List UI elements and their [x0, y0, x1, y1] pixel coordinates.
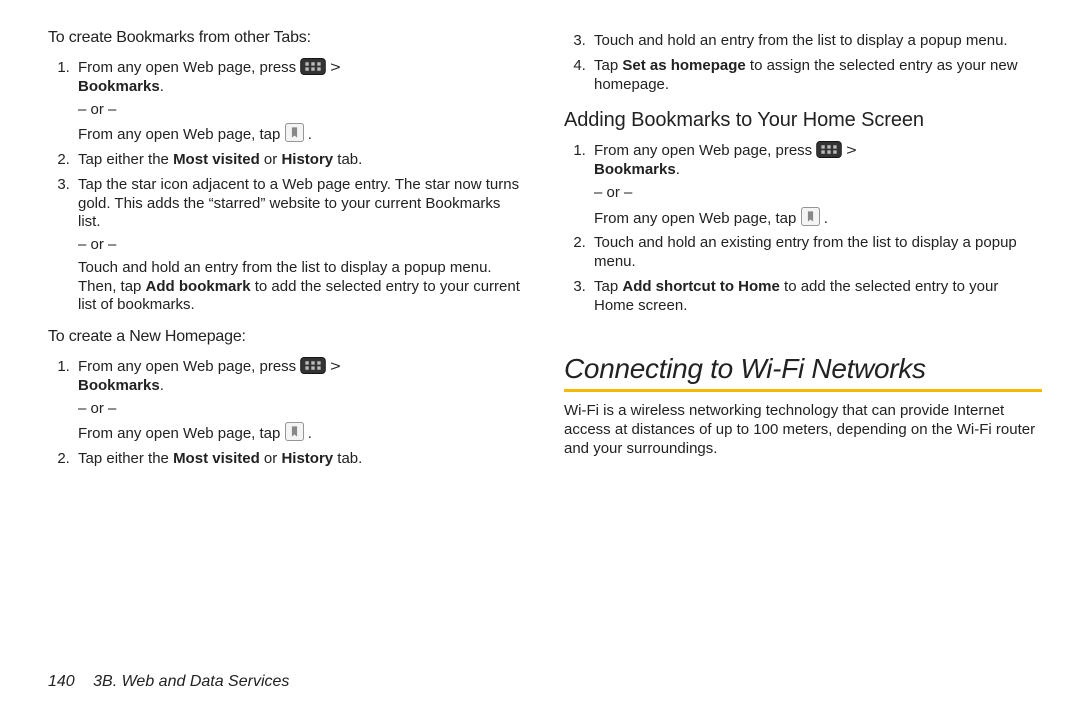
- heading-new-homepage: To create a New Homepage:: [48, 327, 526, 347]
- or-divider: – or –: [78, 101, 526, 120]
- list-new-homepage-cont: Touch and hold an entry from the list to…: [564, 32, 1042, 94]
- most-visited-label: Most visited: [173, 151, 260, 168]
- list-add-to-home: From any open Web page, press > Bookmark…: [564, 141, 1042, 315]
- text: .: [160, 78, 164, 95]
- text: .: [676, 161, 680, 178]
- menu-key-icon: [300, 357, 326, 374]
- list-item: Tap Add shortcut to Home to add the sele…: [590, 278, 1042, 316]
- bookmarks-label: Bookmarks: [594, 161, 676, 178]
- list-item: Tap Set as homepage to assign the select…: [590, 57, 1042, 95]
- text: Tap either the: [78, 450, 173, 467]
- text: tab.: [333, 450, 362, 467]
- text: or: [260, 450, 282, 467]
- bookmarks-label: Bookmarks: [78, 78, 160, 95]
- text: From any open Web page, press: [78, 358, 300, 375]
- or-divider: – or –: [594, 184, 1042, 203]
- text: .: [824, 210, 828, 227]
- bookmark-icon: [285, 123, 304, 142]
- list-item: Tap either the Most visited or History t…: [74, 151, 526, 170]
- history-label: History: [281, 151, 333, 168]
- add-bookmark-label: Add bookmark: [146, 278, 251, 295]
- chevron-right-icon: >: [330, 358, 341, 377]
- wifi-intro-paragraph: Wi-Fi is a wireless networking technolog…: [564, 402, 1042, 458]
- or-divider: – or –: [78, 400, 526, 419]
- list-new-homepage: From any open Web page, press > Bookmark…: [48, 357, 526, 469]
- text: From any open Web page, tap: [78, 425, 285, 442]
- or-divider: – or –: [78, 236, 526, 255]
- heading-wifi: Connecting to Wi-Fi Networks: [564, 351, 1042, 392]
- list-item: Touch and hold an existing entry from th…: [590, 234, 1042, 272]
- bookmark-icon: [801, 207, 820, 226]
- heading-add-to-home: Adding Bookmarks to Your Home Screen: [564, 108, 1042, 133]
- text: Tap: [594, 278, 622, 295]
- text: tab.: [333, 151, 362, 168]
- list-item: Tap the star icon adjacent to a Web page…: [74, 176, 526, 315]
- page-number: 140: [48, 673, 75, 690]
- text: Tap the star icon adjacent to a Web page…: [78, 176, 519, 231]
- heading-create-from-tabs: To create Bookmarks from other Tabs:: [48, 28, 526, 48]
- list-create-from-tabs: From any open Web page, press > Bookmark…: [48, 58, 526, 315]
- text: or: [260, 151, 282, 168]
- left-column: To create Bookmarks from other Tabs: Fro…: [48, 28, 526, 640]
- bookmarks-label: Bookmarks: [78, 377, 160, 394]
- page-footer: 140 3B. Web and Data Services: [48, 672, 289, 692]
- add-shortcut-label: Add shortcut to Home: [622, 278, 780, 295]
- list-item: Touch and hold an entry from the list to…: [590, 32, 1042, 51]
- text: .: [308, 126, 312, 143]
- text: From any open Web page, press: [78, 59, 300, 76]
- text: Tap: [594, 57, 622, 74]
- set-homepage-label: Set as homepage: [622, 57, 745, 74]
- chapter-title: 3B. Web and Data Services: [93, 673, 289, 690]
- text: .: [160, 377, 164, 394]
- menu-key-icon: [816, 141, 842, 158]
- text: Tap either the: [78, 151, 173, 168]
- history-label: History: [281, 450, 333, 467]
- bookmark-icon: [285, 422, 304, 441]
- text: From any open Web page, tap: [594, 210, 801, 227]
- text: From any open Web page, press: [594, 142, 816, 159]
- text: .: [308, 425, 312, 442]
- list-item: From any open Web page, press > Bookmark…: [590, 141, 1042, 228]
- chevron-right-icon: >: [330, 59, 341, 78]
- list-item: Tap either the Most visited or History t…: [74, 450, 526, 469]
- most-visited-label: Most visited: [173, 450, 260, 467]
- menu-key-icon: [300, 58, 326, 75]
- chevron-right-icon: >: [846, 142, 857, 161]
- text: Touch and hold an existing entry from th…: [594, 234, 1017, 270]
- list-item: From any open Web page, press > Bookmark…: [74, 357, 526, 444]
- text: From any open Web page, tap: [78, 126, 285, 143]
- list-item: From any open Web page, press > Bookmark…: [74, 58, 526, 145]
- right-column: Touch and hold an entry from the list to…: [564, 28, 1042, 640]
- text: Touch and hold an entry from the list to…: [594, 32, 1008, 49]
